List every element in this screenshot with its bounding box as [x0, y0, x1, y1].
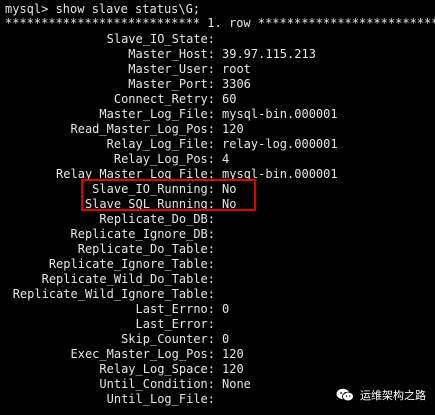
- status-row: Replicate_Ignore_DB:: [0, 227, 435, 242]
- status-row: Replicate_Ignore_Table:: [0, 257, 435, 272]
- status-key: Exec_Master_Log_Pos:: [70, 347, 216, 361]
- status-value: 0: [222, 332, 230, 346]
- status-row: Replicate_Do_Table:: [0, 242, 435, 257]
- status-value: 120: [222, 122, 244, 136]
- status-row: Read_Master_Log_Pos: 120: [0, 122, 435, 137]
- status-key: Replicate_Wild_Ignore_Table:: [12, 287, 215, 301]
- status-value: mysql-bin.000001: [222, 107, 338, 121]
- status-row: Master_Host: 39.97.115.213: [0, 47, 435, 62]
- status-value: relay-log.000001: [222, 137, 338, 151]
- status-row: Slave_IO_State:: [0, 32, 435, 47]
- status-value: None: [222, 377, 251, 391]
- status-key: Master_Port:: [128, 77, 215, 91]
- status-key: Relay_Log_Space:: [99, 362, 215, 376]
- status-row: Replicate_Wild_Do_Table:: [0, 272, 435, 287]
- status-key: Relay_Log_Pos:: [113, 152, 215, 166]
- highlight-box: [81, 179, 256, 211]
- status-value: 120: [222, 347, 244, 361]
- watermark: 运维架构之路: [336, 384, 426, 406]
- status-key: Skip_Counter:: [121, 332, 215, 346]
- status-key: Replicate_Ignore_Table:: [48, 257, 215, 271]
- status-value: 120: [222, 362, 244, 376]
- status-row: Relay_Log_Space: 120: [0, 362, 435, 377]
- status-key: Slave_IO_State:: [106, 32, 215, 46]
- row-separator: *************************** 1. row *****…: [5, 16, 435, 30]
- status-row: Last_Errno: 0: [0, 302, 435, 317]
- status-key: Replicate_Ignore_DB:: [70, 227, 216, 241]
- status-row: Master_User: root: [0, 62, 435, 77]
- status-key: Master_User:: [128, 62, 215, 76]
- status-row: Exec_Master_Log_Pos: 120: [0, 347, 435, 362]
- status-row: Connect_Retry: 60: [0, 92, 435, 107]
- status-row: Replicate_Wild_Ignore_Table:: [0, 287, 435, 302]
- status-key: Read_Master_Log_Pos:: [70, 122, 216, 136]
- watermark-text: 运维架构之路: [360, 390, 426, 402]
- status-key: Replicate_Do_Table:: [77, 242, 215, 256]
- command-prompt: mysql> show slave status\G;: [5, 2, 201, 16]
- status-value: 39.97.115.213: [222, 47, 316, 61]
- terminal-window[interactable]: mysql> show slave status\G; ************…: [0, 0, 435, 415]
- status-value: 3306: [222, 77, 251, 91]
- status-key: Last_Errno:: [135, 302, 215, 316]
- status-key: Until_Log_File:: [106, 392, 215, 406]
- status-key: Until_Condition:: [99, 377, 215, 391]
- status-row: Relay_Log_File: relay-log.000001: [0, 137, 435, 152]
- status-key: Last_Error:: [135, 317, 215, 331]
- status-key: Replicate_Wild_Do_Table:: [41, 272, 215, 286]
- status-key: Connect_Retry:: [113, 92, 215, 106]
- status-row: Skip_Counter: 0: [0, 332, 435, 347]
- wechat-channel-icon: [336, 388, 354, 402]
- status-row: Master_Log_File: mysql-bin.000001: [0, 107, 435, 122]
- status-key: Relay_Log_File:: [106, 137, 215, 151]
- status-value: root: [222, 62, 251, 76]
- status-value: 0: [222, 302, 230, 316]
- status-key: Master_Host:: [128, 47, 215, 61]
- status-row: Last_Error:: [0, 317, 435, 332]
- status-row: Master_Port: 3306: [0, 77, 435, 92]
- status-key: Replicate_Do_DB:: [99, 212, 215, 226]
- status-key: Master_Log_File:: [99, 107, 215, 121]
- status-row: Relay_Log_Pos: 4: [0, 152, 435, 167]
- status-row: Replicate_Do_DB:: [0, 212, 435, 227]
- status-value: 60: [222, 92, 237, 106]
- status-value: 4: [222, 152, 230, 166]
